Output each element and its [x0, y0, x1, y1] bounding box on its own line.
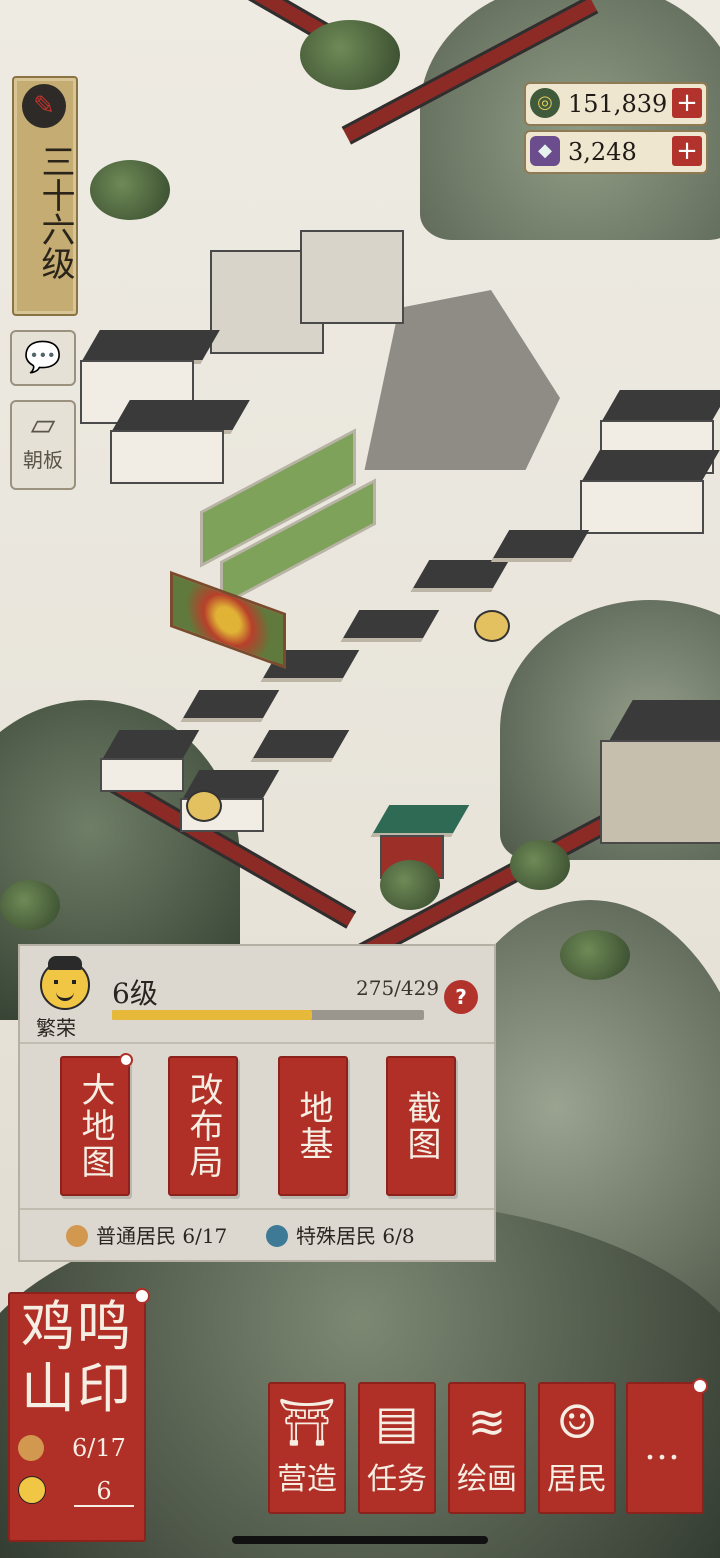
tasks-button[interactable]: ▤ 任务	[358, 1382, 436, 1514]
resident-icon	[66, 1225, 88, 1247]
quest-bubble-icon[interactable]	[186, 790, 222, 822]
prosperity-label: 繁荣	[36, 1016, 76, 1040]
resident-icon	[18, 1435, 44, 1461]
house[interactable]	[110, 430, 224, 484]
residents-label: 居民	[547, 1462, 607, 1497]
world-map-button[interactable]: 大地图	[60, 1053, 133, 1196]
world-map-label: 大地图	[75, 1072, 115, 1180]
gold-value: 151,839	[568, 90, 668, 118]
normal-residents: 普通居民 6/17	[66, 1220, 227, 1249]
notification-dot	[692, 1378, 708, 1394]
tree	[300, 20, 400, 90]
screenshot-button[interactable]: 截图	[386, 1056, 456, 1196]
residents-button[interactable]: ☺ 居民	[538, 1382, 616, 1514]
gem-counter: ◆ 3,248 +	[524, 130, 708, 174]
palace-gate[interactable]	[300, 230, 404, 324]
coin-icon: ◎	[530, 88, 560, 118]
painting-button[interactable]: ≋ 绘画	[448, 1382, 526, 1514]
build-button[interactable]: ⛩ 营造	[268, 1382, 346, 1514]
edit-layout-label: 改布局	[183, 1072, 223, 1180]
edit-layout-button[interactable]: 改布局	[168, 1056, 238, 1196]
house-roof	[600, 390, 720, 424]
house-roof	[80, 330, 220, 364]
foundation-button[interactable]: 地基	[278, 1056, 348, 1196]
tree	[380, 860, 440, 910]
chat-button[interactable]: 💬	[10, 330, 76, 386]
gold-counter: ◎ 151,839 +	[524, 82, 708, 126]
city-seal-button[interactable]: 鸡鸣山印 6/17 6	[8, 1288, 150, 1542]
prosperity-panel: 繁荣 6级 275/429 ? 大地图 改布局 地基 截图 普通居民 6/17 …	[18, 944, 496, 1262]
scroll-icon: ≋	[467, 1395, 507, 1449]
tree	[510, 840, 570, 890]
prosperity-level: 6级	[112, 977, 158, 1010]
house[interactable]	[100, 758, 184, 792]
help-button[interactable]: ?	[444, 980, 478, 1014]
prosperity-progress-fill	[112, 1010, 312, 1020]
add-gem-button[interactable]: +	[672, 136, 702, 166]
gem-value: 3,248	[568, 138, 637, 166]
temple[interactable]	[600, 740, 720, 844]
speech-bubble-icon: 💬	[24, 340, 62, 375]
prosperity-progress-text: 275/429	[356, 976, 440, 1000]
build-label: 营造	[277, 1462, 337, 1497]
home-indicator[interactable]	[232, 1536, 488, 1544]
brush-emblem-icon: ✎	[22, 84, 66, 128]
player-level: 三十六级	[35, 144, 75, 280]
special-resident-icon	[266, 1225, 288, 1247]
prosperity-actions: 大地图 改布局 地基 截图	[20, 1042, 494, 1210]
scroll-board-icon: ▱	[30, 405, 56, 443]
seal-residents: 6/17	[18, 1434, 126, 1462]
house-roof	[110, 400, 250, 434]
seal-level-value: 6	[74, 1477, 134, 1507]
seal-residents-value: 6/17	[72, 1434, 126, 1462]
painting-label: 绘画	[457, 1462, 517, 1497]
face-mouth	[56, 989, 74, 1001]
tree	[560, 930, 630, 980]
gem-icon: ◆	[530, 136, 560, 166]
tree	[90, 160, 170, 220]
special-residents: 特殊居民 6/8	[266, 1220, 415, 1249]
level-banner[interactable]: ✎ 三十六级	[12, 76, 78, 316]
person-icon: ☺	[556, 1395, 598, 1449]
tasks-label: 任务	[367, 1462, 427, 1497]
city-seal-title: 鸡鸣山印	[21, 1295, 133, 1420]
more-icon: …	[644, 1427, 686, 1468]
face-eyes	[54, 980, 76, 984]
quest-bubble-icon[interactable]	[474, 610, 510, 642]
tree	[0, 880, 60, 930]
special-residents-text: 特殊居民 6/8	[296, 1224, 415, 1248]
pavilion-icon: ⛩	[277, 1395, 337, 1449]
seal-level: 6	[18, 1476, 134, 1507]
house[interactable]	[580, 480, 704, 534]
foundation-label: 地基	[293, 1090, 333, 1162]
book-icon: ▤	[375, 1395, 419, 1449]
prosperity-face-icon	[40, 956, 90, 1010]
add-gold-button[interactable]: +	[672, 88, 702, 118]
screenshot-label: 截图	[401, 1090, 441, 1162]
court-board-button[interactable]: ▱ 朝板	[10, 400, 76, 490]
house-roof	[580, 450, 720, 484]
normal-residents-text: 普通居民 6/17	[96, 1224, 228, 1248]
notification-dot	[119, 1053, 133, 1067]
more-button[interactable]: …	[626, 1378, 708, 1514]
court-board-label: 朝板	[23, 448, 63, 472]
prosperity-face-icon	[18, 1476, 46, 1504]
prosperity-progress-bar	[112, 1010, 424, 1020]
